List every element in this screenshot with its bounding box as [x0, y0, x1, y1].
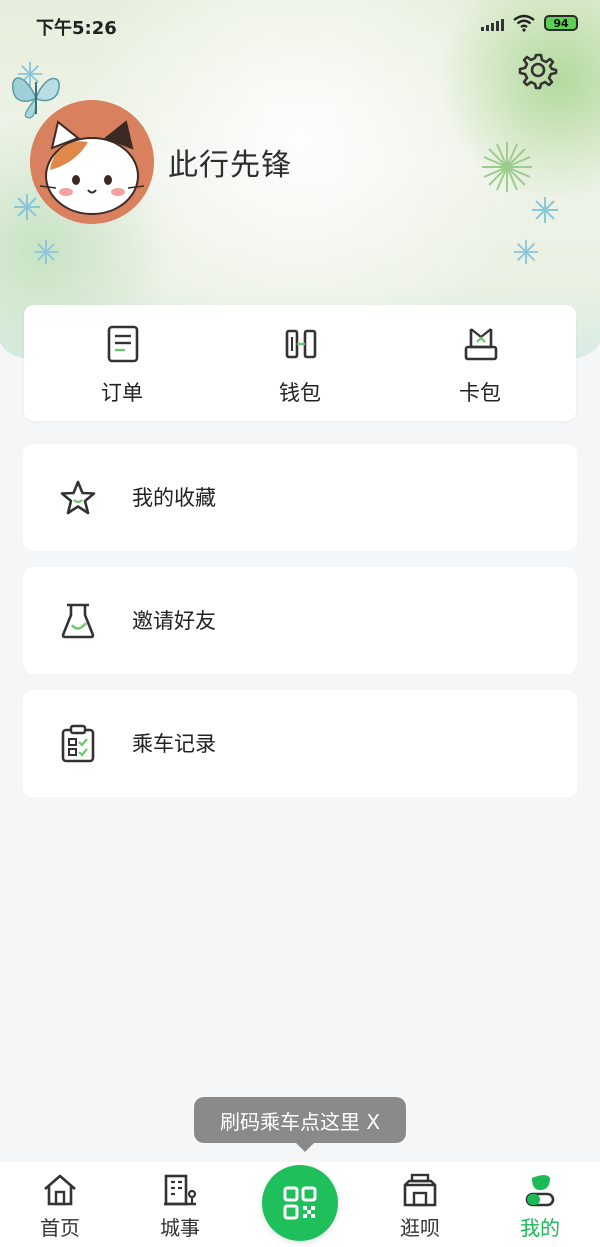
menu-item-ride-records[interactable]: 乘车记录: [23, 690, 577, 797]
wallet-icon: [285, 329, 317, 359]
status-time: 下午5:26: [36, 18, 117, 39]
quick-action-card-pack[interactable]: 卡包: [388, 305, 572, 421]
tab-profile[interactable]: 我的: [480, 1162, 600, 1247]
tab-label: 我的: [520, 1216, 560, 1240]
card-pack-icon: [464, 328, 498, 361]
quick-action-label: 钱包: [279, 381, 321, 405]
menu-item-invite-friends[interactable]: 邀请好友: [23, 567, 577, 674]
flower-decoration-icon: [532, 197, 558, 223]
city-icon: [164, 1174, 197, 1206]
home-icon: [44, 1174, 76, 1206]
quick-actions-card: 订单 钱包 卡包: [24, 305, 576, 421]
profile-icon: [525, 1175, 555, 1207]
settings-gear-icon[interactable]: [518, 50, 558, 90]
menu-item-label: 邀请好友: [132, 609, 216, 633]
dandelion-decoration-icon: [482, 142, 532, 192]
qr-scan-button[interactable]: [262, 1165, 338, 1241]
clipboard-icon: [61, 724, 95, 763]
tab-label: 城事: [160, 1216, 200, 1240]
flower-decoration-icon: [513, 239, 539, 265]
invite-flask-icon: [61, 603, 95, 639]
wifi-icon: [513, 14, 535, 32]
status-bar: 下午5:26 94: [0, 0, 600, 52]
quick-action-label: 卡包: [459, 381, 501, 405]
battery-indicator: 94: [544, 15, 578, 31]
quick-action-order[interactable]: 订单: [30, 305, 214, 421]
menu-item-label: 乘车记录: [132, 732, 216, 756]
tab-shop[interactable]: 逛呗: [360, 1162, 480, 1247]
username: 此行先锋: [168, 148, 292, 183]
tooltip-arrow: [296, 1143, 314, 1152]
quick-action-label: 订单: [101, 381, 143, 405]
tab-home[interactable]: 首页: [0, 1162, 120, 1247]
scan-tooltip[interactable]: 刷码乘车点这里 X: [194, 1097, 406, 1143]
order-icon: [107, 325, 139, 363]
flower-decoration-icon: [14, 194, 40, 220]
qr-scan-icon: [283, 1186, 317, 1220]
tab-label: 首页: [40, 1216, 80, 1240]
tab-label: 逛呗: [400, 1216, 440, 1240]
flower-decoration-icon: [33, 239, 59, 265]
tab-city[interactable]: 城事: [120, 1162, 240, 1247]
status-icons: 94: [481, 14, 578, 32]
quick-action-wallet[interactable]: 钱包: [208, 305, 392, 421]
menu-item-label: 我的收藏: [132, 486, 216, 510]
menu-item-favorites[interactable]: 我的收藏: [23, 444, 577, 551]
shop-icon: [403, 1173, 437, 1207]
star-icon: [60, 480, 96, 515]
cat-avatar-icon: [30, 100, 154, 224]
avatar[interactable]: [30, 100, 154, 224]
signal-icon: [481, 15, 504, 31]
